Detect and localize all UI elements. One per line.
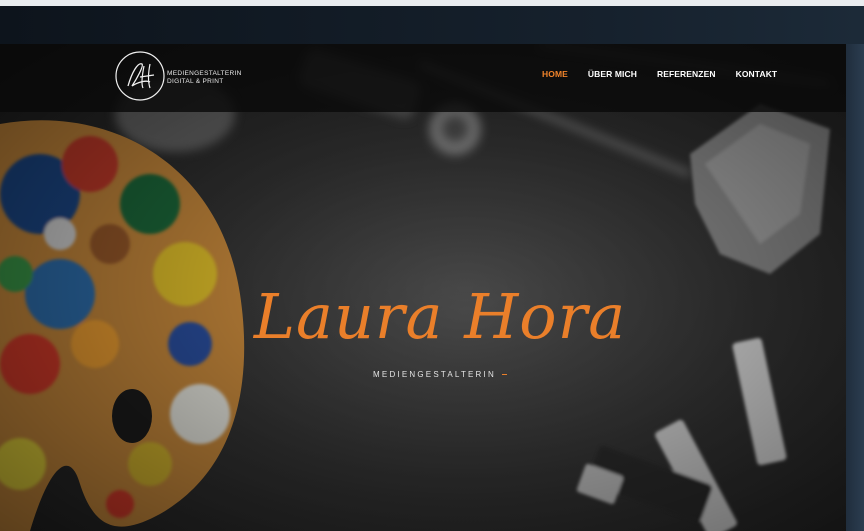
logo-text: MEDIENGESTALTERIN DIGITAL & PRINT bbox=[167, 70, 242, 86]
hero-title: Laura Hora bbox=[253, 280, 627, 353]
menu-item-home[interactable]: HOME bbox=[542, 69, 568, 83]
hero-subtitle-text: MEDIENGESTALTERIN bbox=[373, 370, 496, 379]
menu-item-kontakt[interactable]: KONTAKT bbox=[736, 69, 778, 83]
logo-line-2: DIGITAL & PRINT bbox=[167, 78, 224, 85]
menu-item-referenzen[interactable]: REFERENZEN bbox=[657, 69, 716, 83]
typing-cursor bbox=[501, 374, 507, 376]
site-logo[interactable]: MEDIENGESTALTERIN DIGITAL & PRINT bbox=[114, 50, 241, 102]
logo-monogram-icon bbox=[115, 51, 165, 101]
menu-item-ueber-mich[interactable]: ÜBER MICH bbox=[588, 69, 637, 83]
hero-subtitle: MEDIENGESTALTERIN bbox=[340, 370, 540, 379]
logo-line-1: MEDIENGESTALTERIN bbox=[167, 70, 242, 77]
main-menu: HOME ÜBER MICH REFERENZEN KONTAKT bbox=[542, 69, 797, 83]
